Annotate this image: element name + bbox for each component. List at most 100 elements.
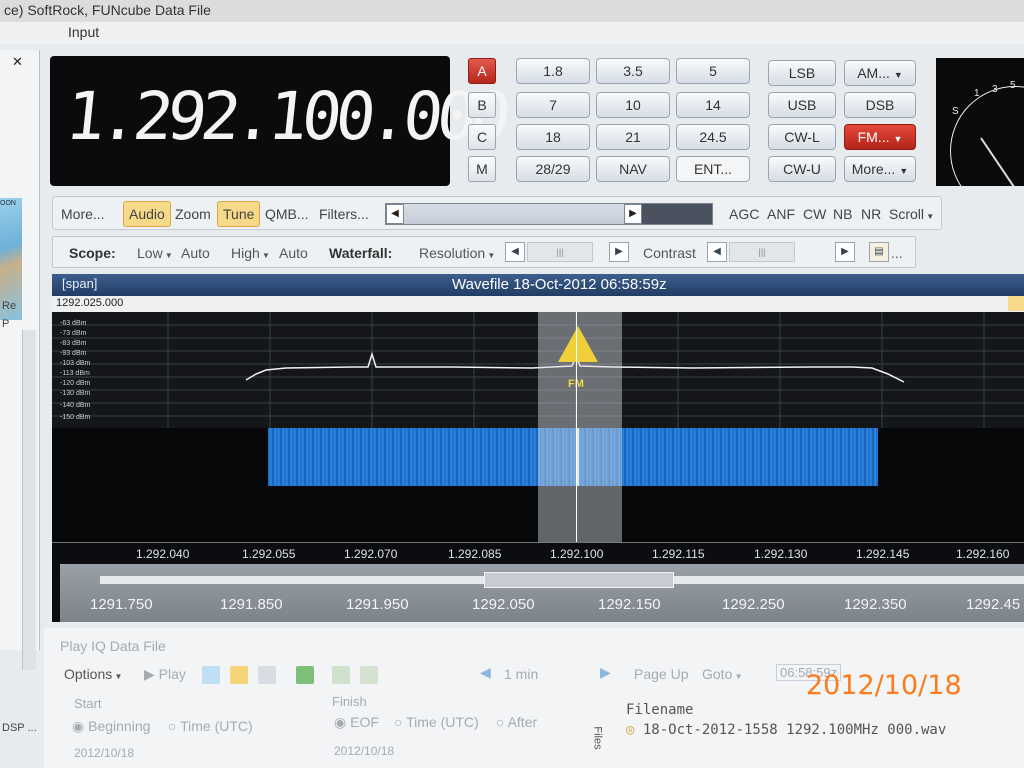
- zoom-button[interactable]: Zoom: [175, 206, 211, 222]
- contrast-slider[interactable]: |||: [729, 242, 795, 262]
- scroll-right-icon[interactable]: ▶: [624, 204, 642, 224]
- play-button[interactable]: ▶ Play: [144, 666, 186, 683]
- toolbar2-more-icon[interactable]: ...: [891, 245, 903, 261]
- files-tab[interactable]: Files: [592, 726, 604, 749]
- band-button-21[interactable]: 21: [596, 124, 670, 150]
- mode-am-label: AM...: [857, 65, 890, 81]
- scope-low-dropdown[interactable]: Low ▼: [137, 245, 173, 261]
- loop-icon[interactable]: [202, 666, 220, 684]
- s-meter: S 1 3 5: [936, 58, 1024, 186]
- vfo-b-button[interactable]: B: [468, 92, 496, 118]
- resolution-left-icon[interactable]: ◀: [505, 242, 525, 262]
- finish-date-field[interactable]: 2012/10/18: [334, 744, 394, 758]
- finish-time-radio[interactable]: ○ Time (UTC): [394, 714, 479, 730]
- select-icon[interactable]: [360, 666, 378, 684]
- scope-low-label: Low: [137, 245, 163, 261]
- scope-high-auto-button[interactable]: Auto: [279, 245, 308, 261]
- record-icon[interactable]: [296, 666, 314, 684]
- scroll-dropdown[interactable]: Scroll ▼: [889, 206, 934, 222]
- band-button-1.8[interactable]: 1.8: [516, 58, 590, 84]
- scope-high-dropdown[interactable]: High ▼: [231, 245, 270, 261]
- mode-fm-button[interactable]: FM... ▼: [844, 124, 916, 150]
- settings-icon[interactable]: [332, 666, 350, 684]
- goto-dropdown[interactable]: Goto ▼: [702, 666, 743, 682]
- axis-label: 1.292.040: [136, 547, 190, 561]
- step-forward-icon[interactable]: ▶: [600, 664, 611, 681]
- start-date-field[interactable]: 2012/10/18: [74, 746, 134, 760]
- nr-button[interactable]: NR: [861, 206, 881, 222]
- resolution-right-icon[interactable]: ▶: [609, 242, 629, 262]
- scroll-label: Scroll: [889, 206, 925, 222]
- mode-usb-button[interactable]: USB: [768, 92, 836, 118]
- qmb-button[interactable]: QMB...: [265, 206, 309, 222]
- agc-button[interactable]: AGC: [729, 206, 759, 222]
- mode-am-button[interactable]: AM... ▼: [844, 60, 916, 86]
- axis-label: 1.292.145: [856, 547, 910, 561]
- contrast-right-icon[interactable]: ▶: [835, 242, 855, 262]
- start-time-radio[interactable]: ○ Time (UTC): [168, 718, 253, 734]
- cw-button[interactable]: CW: [803, 206, 826, 222]
- left-snippet-p: P: [2, 318, 10, 330]
- vfo-a-button[interactable]: A: [468, 58, 496, 84]
- step-size[interactable]: 1 min: [504, 666, 538, 682]
- mode-more-button[interactable]: More... ▼: [844, 156, 916, 182]
- frequency-display[interactable]: 1.292.100.000: [50, 56, 509, 186]
- scope-low-auto-button[interactable]: Auto: [181, 245, 210, 261]
- contrast-left-icon[interactable]: ◀: [707, 242, 727, 262]
- menu-input[interactable]: Input: [68, 24, 99, 40]
- left-scrollbar[interactable]: [22, 330, 36, 670]
- mode-lsb-button[interactable]: LSB: [768, 60, 836, 86]
- band-button-5[interactable]: 5: [676, 58, 750, 84]
- band-button-14[interactable]: 14: [676, 92, 750, 118]
- band-overview-slider[interactable]: 1291.750 1291.850 1291.950 1292.050 1292…: [60, 564, 1024, 622]
- play-icon: ▶: [144, 666, 159, 682]
- more-button[interactable]: More...: [61, 206, 105, 222]
- scroll-left-icon[interactable]: ◀: [386, 204, 404, 224]
- overview-selection[interactable]: [484, 572, 674, 588]
- nb-button[interactable]: NB: [833, 206, 852, 222]
- eof-radio[interactable]: ◉ EOF: [334, 714, 379, 731]
- audio-button[interactable]: Audio: [123, 201, 171, 227]
- filters-button[interactable]: Filters...: [319, 206, 369, 222]
- mode-cwl-button[interactable]: CW-L: [768, 124, 836, 150]
- close-icon[interactable]: ✕: [12, 54, 23, 70]
- vfo-c-button[interactable]: C: [468, 124, 496, 150]
- s-meter-1-label: 1: [974, 88, 980, 99]
- options-dropdown[interactable]: Options ▼: [64, 666, 122, 682]
- span-label[interactable]: [span]: [62, 276, 97, 291]
- mode-fm-label: FM...: [857, 129, 890, 145]
- spectrum-panel[interactable]: [span] Wavefile 18-Oct-2012 06:58:59z 12…: [52, 274, 1024, 622]
- frequency-readout[interactable]: 1.292.100.000: [62, 78, 509, 155]
- step-back-icon[interactable]: ◀: [480, 664, 491, 681]
- band-button-3.5[interactable]: 3.5: [596, 58, 670, 84]
- goto-label: Goto: [702, 666, 733, 682]
- tune-scroll-thumb[interactable]: [404, 204, 624, 224]
- band-button-7[interactable]: 7: [516, 92, 590, 118]
- band-button-28[interactable]: 28/29: [516, 156, 590, 182]
- tune-scroll-track[interactable]: [642, 204, 712, 224]
- file-list-item[interactable]: ◎ 18-Oct-2012-1558 1292.100MHz 000.wav: [626, 722, 946, 738]
- band-button-ent[interactable]: ENT...: [676, 156, 750, 182]
- overview-label: 1292.350: [844, 596, 907, 613]
- mode-cwu-button[interactable]: CW-U: [768, 156, 836, 182]
- band-button-24.5[interactable]: 24.5: [676, 124, 750, 150]
- anf-button[interactable]: ANF: [767, 206, 795, 222]
- band-button-18[interactable]: 18: [516, 124, 590, 150]
- tune-scrollbar[interactable]: ◀ ▶: [385, 203, 713, 225]
- resolution-slider[interactable]: |||: [527, 242, 593, 262]
- mode-dsb-button[interactable]: DSB: [844, 92, 916, 118]
- axis-label: 1.292.085: [448, 547, 502, 561]
- resolution-dropdown[interactable]: Resolution ▼: [419, 245, 495, 261]
- page-up-button[interactable]: Page Up: [634, 666, 688, 682]
- axis-label: 1.292.100: [550, 547, 604, 561]
- tuning-marker-icon[interactable]: [558, 326, 598, 362]
- stop-icon[interactable]: [258, 666, 276, 684]
- after-radio[interactable]: ○ After: [496, 714, 537, 730]
- beginning-radio[interactable]: ◉ Beginning: [72, 718, 150, 735]
- pause-icon[interactable]: [230, 666, 248, 684]
- tune-button[interactable]: Tune: [217, 201, 261, 227]
- vfo-m-button[interactable]: M: [468, 156, 496, 182]
- band-button-nav[interactable]: NAV: [596, 156, 670, 182]
- band-button-10[interactable]: 10: [596, 92, 670, 118]
- folder-icon[interactable]: ▤: [869, 242, 889, 262]
